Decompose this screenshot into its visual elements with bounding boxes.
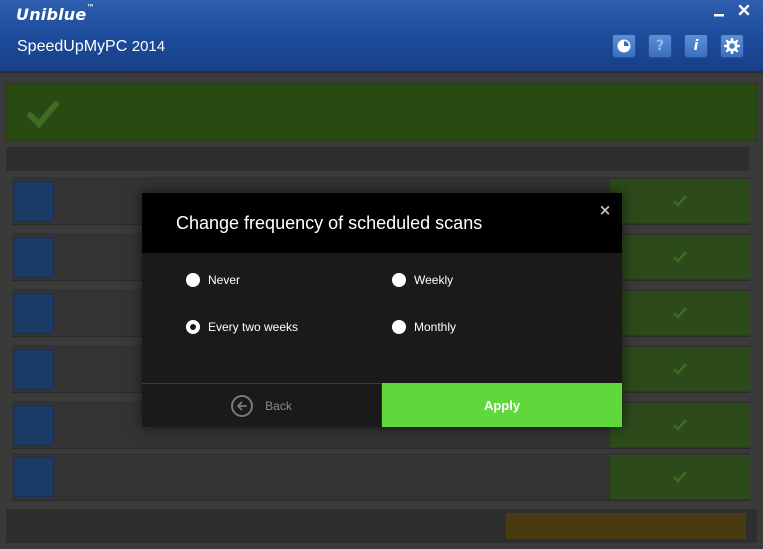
radio-every-two-weeks[interactable]	[186, 320, 200, 334]
back-button[interactable]: Back	[142, 384, 382, 427]
option-every-two-weeks[interactable]: Every two weeks	[186, 320, 298, 334]
row-action-button	[610, 291, 750, 335]
option-never-label: Never	[208, 273, 241, 287]
close-icon: ×	[598, 201, 612, 219]
scan-frequency-dialog: Change frequency of scheduled scans × Ne…	[142, 193, 622, 427]
checkmark-icon	[673, 363, 687, 375]
row-icon	[14, 405, 54, 445]
close-icon	[738, 4, 750, 16]
upgrade-button-dimmed	[506, 513, 746, 539]
radio-monthly[interactable]	[392, 320, 406, 334]
row-action-button	[610, 403, 750, 447]
window-close-button[interactable]	[736, 3, 752, 20]
gear-icon	[724, 38, 740, 54]
radio-weekly[interactable]	[392, 273, 406, 287]
option-monthly[interactable]: Monthly	[392, 320, 456, 334]
option-monthly-label: Monthly	[414, 320, 457, 334]
info-button[interactable]: i	[684, 34, 708, 58]
apply-button-label: Apply	[483, 397, 521, 413]
option-weekly-label: Weekly	[414, 273, 454, 287]
trademark: ™	[86, 3, 95, 12]
dialog-title: Change frequency of scheduled scans	[176, 213, 483, 233]
minimize-button[interactable]	[711, 3, 727, 20]
checkmark-icon	[673, 419, 687, 431]
brand-name: Uniblue	[16, 5, 87, 24]
row-action-button	[610, 235, 750, 279]
minimize-icon	[714, 14, 724, 17]
brand-logo: Uniblue™	[16, 3, 95, 24]
scheduler-button[interactable]	[612, 34, 636, 58]
help-button[interactable]: ?	[648, 34, 672, 58]
table-header	[6, 147, 749, 171]
status-banner	[6, 83, 757, 141]
option-weekly[interactable]: Weekly	[392, 273, 453, 287]
option-never[interactable]: Never	[186, 273, 240, 287]
row-action-button	[610, 179, 750, 223]
checkmark-icon	[27, 101, 59, 129]
status-bar	[6, 509, 757, 543]
row-icon	[14, 457, 54, 497]
row-icon	[14, 181, 54, 221]
checkmark-icon	[673, 251, 687, 263]
dialog-close-button[interactable]: ×	[596, 201, 614, 219]
clock-icon	[617, 39, 631, 53]
info-icon: i	[693, 38, 699, 54]
dialog-header: Change frequency of scheduled scans ×	[142, 193, 622, 253]
checkmark-icon	[673, 195, 687, 207]
row-action-button	[610, 455, 750, 499]
apply-button[interactable]: Apply	[382, 383, 622, 427]
checkmark-icon	[673, 307, 687, 319]
checkmark-icon	[673, 471, 687, 483]
help-icon: ?	[655, 38, 665, 54]
option-every-two-weeks-label: Every two weeks	[208, 320, 299, 334]
title-bar: Uniblue™ SpeedUpMyPC 2014 ? i	[0, 0, 763, 72]
row-icon	[14, 293, 54, 333]
row-action-button	[610, 347, 750, 391]
row-icon	[14, 237, 54, 277]
settings-button[interactable]	[720, 34, 744, 58]
product-year: 2014	[131, 38, 166, 55]
product-title: SpeedUpMyPC 2014	[17, 38, 165, 56]
row-icon	[14, 349, 54, 389]
radio-never[interactable]	[186, 273, 200, 287]
table-row	[12, 453, 750, 501]
back-arrow-icon	[231, 394, 254, 417]
back-button-label: Back	[265, 398, 292, 413]
product-name: SpeedUpMyPC	[17, 38, 128, 55]
